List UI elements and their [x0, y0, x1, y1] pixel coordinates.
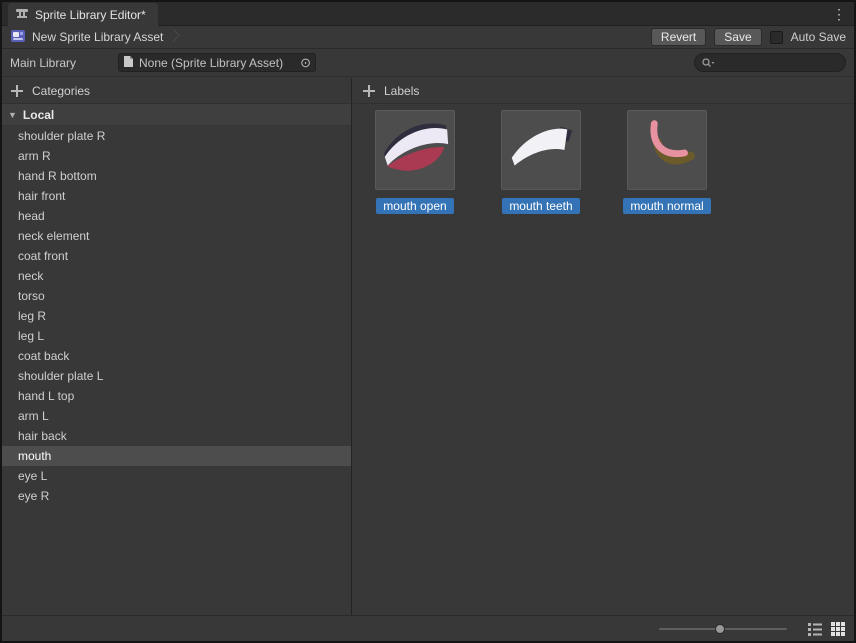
category-item-eye-r[interactable]: eye R	[2, 486, 351, 506]
local-group-label: Local	[23, 108, 54, 122]
labels-title: Labels	[384, 84, 419, 98]
toolbar: New Sprite Library Asset Revert Save Aut…	[2, 26, 854, 49]
category-item-shoulder-plate-l[interactable]: shoulder plate L	[2, 366, 351, 386]
window-menu-kebab-icon[interactable]: ⋮	[830, 2, 848, 26]
category-item-neck[interactable]: neck	[2, 266, 351, 286]
categories-title: Categories	[32, 84, 90, 98]
sprite-thumbnail-mouth-normal[interactable]	[627, 110, 707, 190]
main-library-object-field[interactable]: None (Sprite Library Asset) ⊙	[118, 53, 316, 72]
sprite-card-mouth-open[interactable]: mouth open	[369, 110, 461, 214]
labels-panel: mouth open mouth teeth	[353, 104, 854, 615]
save-button[interactable]: Save	[714, 28, 761, 46]
category-item-arm-r[interactable]: arm R	[2, 146, 351, 166]
asset-breadcrumb-button[interactable]: New Sprite Library Asset	[2, 26, 169, 48]
sprite-card-mouth-normal[interactable]: mouth normal	[621, 110, 713, 214]
tab-bar: Sprite Library Editor* ⋮	[2, 2, 854, 26]
grid-view-icon[interactable]	[830, 621, 846, 637]
search-icon	[701, 57, 715, 69]
sprite-card-mouth-teeth[interactable]: mouth teeth	[495, 110, 587, 214]
category-item-hand-l-top[interactable]: hand L top	[2, 386, 351, 406]
breadcrumb-chevron-icon	[169, 30, 177, 44]
list-view-icon[interactable]	[807, 621, 823, 637]
category-item-eye-l[interactable]: eye L	[2, 466, 351, 486]
sprite-label-mouth-normal[interactable]: mouth normal	[623, 198, 710, 214]
sprite-thumbnail-mouth-teeth[interactable]	[501, 110, 581, 190]
panel-headers: Categories Labels	[2, 78, 854, 104]
category-item-torso[interactable]: torso	[2, 286, 351, 306]
object-field-value: None (Sprite Library Asset)	[139, 56, 295, 70]
object-picker-icon[interactable]: ⊙	[300, 56, 311, 69]
sprite-label-mouth-open[interactable]: mouth open	[376, 198, 453, 214]
sprite-thumbnail-mouth-open[interactable]	[375, 110, 455, 190]
tab-sprite-library-editor[interactable]: Sprite Library Editor*	[8, 3, 158, 26]
foldout-triangle-icon[interactable]: ▼	[8, 110, 17, 120]
sprite-label-mouth-teeth[interactable]: mouth teeth	[502, 198, 579, 214]
categories-header: Categories	[2, 78, 352, 104]
add-category-icon[interactable]	[10, 84, 24, 98]
sprite-library-editor-icon	[15, 6, 29, 23]
sprite-cards: mouth open mouth teeth	[369, 110, 713, 214]
tab-title: Sprite Library Editor*	[35, 8, 146, 22]
categories-panel: ▼ Local shoulder plate R arm R hand R bo…	[2, 104, 352, 615]
category-item-shoulder-plate-r[interactable]: shoulder plate R	[2, 126, 351, 146]
asset-name: New Sprite Library Asset	[32, 30, 163, 44]
category-item-hair-front[interactable]: hair front	[2, 186, 351, 206]
category-item-coat-front[interactable]: coat front	[2, 246, 351, 266]
category-item-leg-r[interactable]: leg R	[2, 306, 351, 326]
labels-header: Labels	[353, 78, 854, 104]
category-item-head[interactable]: head	[2, 206, 351, 226]
sprite-library-asset-icon	[10, 28, 26, 47]
add-label-icon[interactable]	[362, 84, 376, 98]
auto-save-label: Auto Save	[791, 30, 846, 44]
category-item-hand-r-bottom[interactable]: hand R bottom	[2, 166, 351, 186]
local-group-foldout[interactable]: ▼ Local	[2, 104, 351, 126]
revert-button[interactable]: Revert	[651, 28, 706, 46]
asset-file-icon	[123, 55, 134, 71]
bottom-bar	[2, 615, 854, 641]
main-library-label: Main Library	[10, 56, 110, 70]
search-input[interactable]	[715, 56, 839, 70]
thumbnail-size-slider[interactable]	[659, 628, 787, 630]
search-field[interactable]	[694, 53, 846, 72]
view-mode-icons	[807, 621, 846, 637]
sprite-library-editor-window: Sprite Library Editor* ⋮ New Sprite Libr…	[0, 0, 856, 643]
slider-thumb[interactable]	[715, 624, 725, 634]
main-library-row: Main Library None (Sprite Library Asset)…	[2, 49, 854, 77]
category-item-hair-back[interactable]: hair back	[2, 426, 351, 446]
category-item-mouth[interactable]: mouth	[2, 446, 351, 466]
category-item-leg-l[interactable]: leg L	[2, 326, 351, 346]
category-item-arm-l[interactable]: arm L	[2, 406, 351, 426]
category-item-neck-element[interactable]: neck element	[2, 226, 351, 246]
auto-save-checkbox[interactable]	[770, 31, 783, 44]
category-item-coat-back[interactable]: coat back	[2, 346, 351, 366]
toolbar-right-group: Revert Save Auto Save	[651, 28, 854, 46]
